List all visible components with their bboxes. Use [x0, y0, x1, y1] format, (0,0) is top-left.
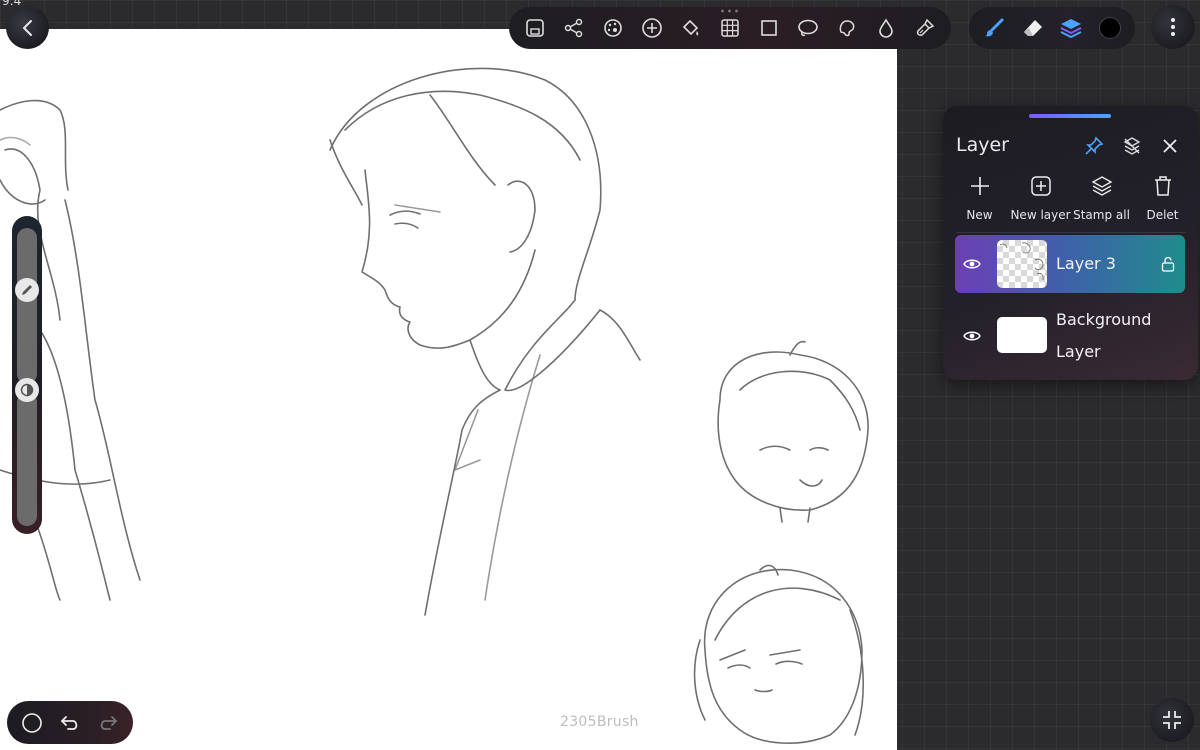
- adjustments-button[interactable]: [597, 12, 629, 44]
- pencil-icon: [22, 285, 32, 295]
- redo-button[interactable]: [92, 707, 124, 739]
- close-panel-button[interactable]: [1158, 134, 1182, 158]
- layer-row[interactable]: Background Layer: [955, 304, 1185, 368]
- circle-icon: [22, 712, 42, 733]
- main-toolbar: [509, 7, 951, 49]
- action-label: Stamp all: [1073, 208, 1130, 222]
- lock-toggle[interactable]: [1159, 255, 1177, 273]
- brush-size-slider[interactable]: [17, 228, 37, 384]
- opacity-icon: [20, 383, 34, 397]
- pin-panel-button[interactable]: [1082, 134, 1106, 158]
- unlock-icon: [1161, 256, 1175, 272]
- trash-icon: [1154, 176, 1171, 196]
- freeform-select-button[interactable]: [831, 12, 863, 44]
- smudge-button[interactable]: [870, 12, 902, 44]
- layers-tool-button[interactable]: [1055, 12, 1087, 44]
- action-label: New: [966, 208, 993, 222]
- brush-opacity-handle[interactable]: [15, 378, 39, 402]
- rectangle-select-icon: [761, 20, 777, 36]
- smudge-drop-icon: [879, 18, 894, 38]
- layer-row[interactable]: Layer 3: [955, 235, 1185, 293]
- add-icon: [641, 18, 662, 38]
- more-options-button[interactable]: [1151, 5, 1195, 49]
- panel-drag-handle[interactable]: [1029, 114, 1111, 118]
- brush-size-handle[interactable]: [15, 278, 39, 302]
- fill-button[interactable]: [675, 12, 707, 44]
- clean-brush-icon: [917, 18, 935, 36]
- layers-icon: [1060, 19, 1082, 39]
- new-button[interactable]: New: [949, 172, 1010, 222]
- layer-name: Layer 3: [1056, 254, 1116, 273]
- save-icon: [525, 19, 544, 37]
- bottom-tool-bar: [7, 701, 133, 744]
- plus-icon: [970, 177, 989, 195]
- chevron-left-icon: [22, 19, 32, 36]
- action-label: Delet: [1146, 208, 1179, 222]
- merge-layers-icon: [1123, 137, 1141, 155]
- merge-layers-button[interactable]: [1120, 134, 1144, 158]
- layer-thumbnail: [997, 240, 1047, 288]
- rectangle-select-button[interactable]: [753, 12, 785, 44]
- fill-bucket-icon: [682, 19, 699, 36]
- brush-tool-button[interactable]: [978, 12, 1010, 44]
- current-color-swatch: [1098, 17, 1121, 39]
- new-layer-button[interactable]: New layer: [1010, 172, 1071, 222]
- drawing-canvas[interactable]: [0, 29, 897, 750]
- layer-name: Background Layer: [1056, 310, 1152, 361]
- layer-thumbnail: [997, 317, 1047, 353]
- eraser-tool-button[interactable]: [1017, 12, 1049, 44]
- clean-brush-button[interactable]: [909, 12, 941, 44]
- visibility-toggle[interactable]: [961, 327, 983, 345]
- color-picker-button[interactable]: [1094, 12, 1126, 44]
- eye-icon: [963, 331, 981, 341]
- sketch-artwork: [0, 67, 869, 744]
- back-button[interactable]: [6, 6, 49, 49]
- collapse-icon: [1163, 711, 1181, 729]
- palette-icon: [603, 19, 622, 37]
- eye-icon: [963, 259, 981, 269]
- visibility-toggle[interactable]: [961, 255, 983, 273]
- stamp-all-icon: [1091, 176, 1112, 196]
- share-button[interactable]: [558, 12, 590, 44]
- freeform-select-icon: [839, 20, 855, 37]
- brush-opacity-slider[interactable]: [17, 392, 37, 526]
- add-button[interactable]: [636, 12, 668, 44]
- tool-selector: [969, 7, 1135, 49]
- share-icon: [564, 18, 582, 38]
- brush-slider-panel: [12, 216, 42, 534]
- undo-button[interactable]: [54, 707, 86, 739]
- close-icon: [1163, 139, 1177, 153]
- redo-icon: [100, 715, 118, 730]
- grid-icon: [721, 19, 739, 37]
- lasso-button[interactable]: [792, 12, 824, 44]
- divider: [956, 232, 1186, 233]
- new-layer-icon: [1030, 176, 1051, 196]
- layer-panel: Layer New New layer Stamp all Delet Laye…: [943, 106, 1198, 380]
- stamp-all-button[interactable]: Stamp all: [1071, 172, 1132, 222]
- current-brush-name: 2305Brush: [560, 714, 639, 730]
- grid-button[interactable]: [714, 12, 746, 44]
- undo-icon: [60, 715, 78, 730]
- save-button[interactable]: [519, 12, 551, 44]
- fullscreen-button[interactable]: [1150, 698, 1194, 742]
- delete-button[interactable]: Delet: [1132, 172, 1193, 222]
- eraser-icon: [1023, 20, 1042, 36]
- thumbnail-sketch: [999, 242, 1044, 281]
- brush-preview-button[interactable]: [16, 707, 48, 739]
- pin-icon: [1085, 136, 1104, 155]
- brush-icon: [985, 18, 1004, 37]
- more-vertical-icon: [1171, 18, 1175, 36]
- toolbar-drag-handle[interactable]: [719, 9, 741, 13]
- action-label: New layer: [1010, 208, 1071, 222]
- lasso-icon: [798, 19, 818, 37]
- panel-title: Layer: [956, 134, 1009, 156]
